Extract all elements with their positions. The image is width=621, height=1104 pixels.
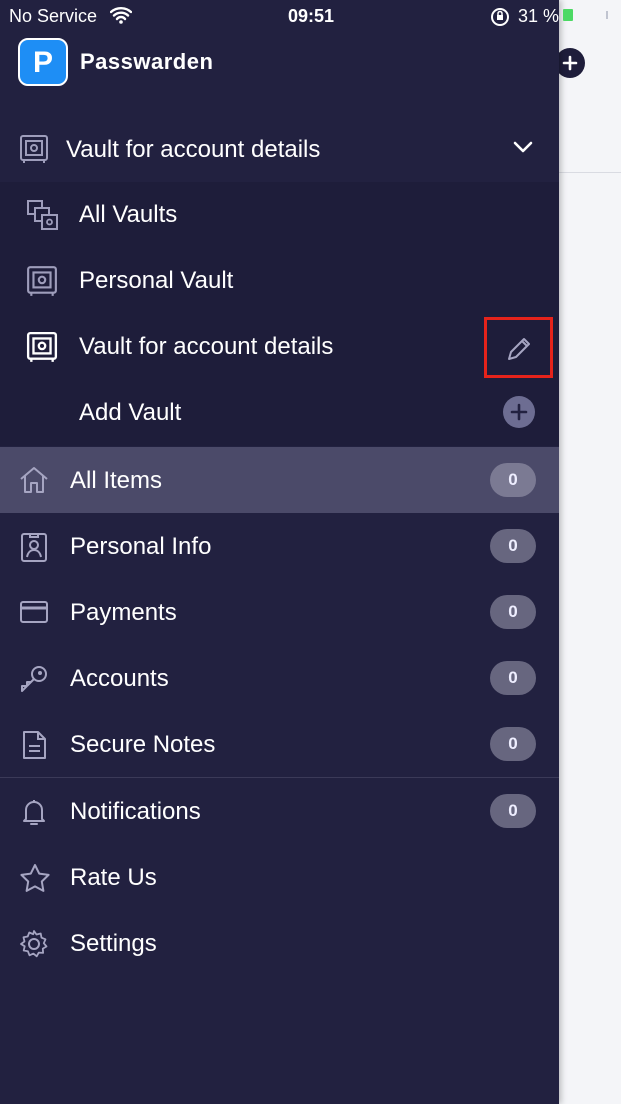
count-badge: 0 <box>490 727 536 761</box>
add-vault-row[interactable]: Add Vault <box>0 380 559 446</box>
vault-item-account-details[interactable]: Vault for account details <box>0 314 559 380</box>
note-icon <box>18 729 50 766</box>
vault-item-label: Personal Vault <box>79 267 234 294</box>
all-vaults-icon <box>26 199 60 238</box>
menu-item-label: Personal Info <box>70 533 212 560</box>
status-time: 09:51 <box>288 6 335 26</box>
app-name: Passwarden <box>80 49 214 74</box>
orientation-lock-icon <box>490 7 510 32</box>
count-badge: 0 <box>490 794 536 828</box>
home-icon <box>18 465 50 500</box>
gear-icon <box>18 928 50 965</box>
status-bar: No Service 09:51 31 % <box>0 0 621 32</box>
carrier-label: No Service <box>9 6 98 26</box>
menu-item-label: Notifications <box>70 798 201 825</box>
credit-card-icon <box>18 597 50 632</box>
add-item-button[interactable] <box>555 48 585 78</box>
menu-item-label: Rate Us <box>70 864 157 891</box>
battery-icon <box>563 9 573 21</box>
wifi-icon <box>109 6 133 29</box>
menu-item-label: Accounts <box>70 665 169 692</box>
menu-item-label: Secure Notes <box>70 731 216 758</box>
menu-item-all-items[interactable]: All Items 0 <box>0 447 559 513</box>
bell-icon <box>18 796 50 833</box>
vault-selector-label: Vault for account details <box>66 136 321 163</box>
id-card-icon <box>18 531 50 568</box>
battery-tip <box>606 11 608 19</box>
vault-selector[interactable]: Vault for account details <box>0 116 559 182</box>
vault-item-label: Vault for account details <box>79 333 334 360</box>
star-icon <box>18 862 52 899</box>
app-logo: P <box>18 38 68 86</box>
pencil-icon <box>508 338 530 360</box>
menu-item-notifications[interactable]: Notifications 0 <box>0 778 559 844</box>
menu-item-label: Payments <box>70 599 177 626</box>
vault-item-label: All Vaults <box>79 201 178 228</box>
count-badge: 0 <box>490 661 536 695</box>
edit-vault-button[interactable] <box>484 317 553 378</box>
add-vault-label: Add Vault <box>79 399 182 426</box>
count-badge: 0 <box>490 529 536 563</box>
vault-icon <box>26 331 58 368</box>
menu-item-personal-info[interactable]: Personal Info 0 <box>0 513 559 579</box>
menu-item-settings[interactable]: Settings <box>0 910 559 976</box>
add-vault-button[interactable] <box>503 396 535 428</box>
menu-item-label: All Items <box>70 467 163 494</box>
menu-item-rate-us[interactable]: Rate Us <box>0 844 559 910</box>
menu-item-payments[interactable]: Payments 0 <box>0 579 559 645</box>
menu-item-label: Settings <box>70 930 157 957</box>
count-badge: 0 <box>490 463 536 497</box>
vault-item-personal[interactable]: Personal Vault <box>0 248 559 314</box>
menu-item-secure-notes[interactable]: Secure Notes 0 <box>0 711 559 777</box>
app-header: P Passwarden <box>18 38 213 86</box>
vault-icon <box>26 265 58 302</box>
background-app-pane <box>559 0 621 1104</box>
side-drawer: P Passwarden Vault for account details A… <box>0 0 559 1104</box>
key-icon <box>18 663 50 700</box>
vault-icon <box>19 134 49 169</box>
chevron-down-icon[interactable] <box>512 140 534 159</box>
count-badge: 0 <box>490 595 536 629</box>
vault-list: All Vaults Personal Vault Vault for acco… <box>0 182 559 446</box>
background-divider <box>559 172 621 173</box>
battery-percent: 31 % <box>518 6 560 26</box>
plus-icon <box>562 55 578 71</box>
plus-icon <box>510 403 528 421</box>
menu-item-accounts[interactable]: Accounts 0 <box>0 645 559 711</box>
vault-item-all-vaults[interactable]: All Vaults <box>0 182 559 248</box>
